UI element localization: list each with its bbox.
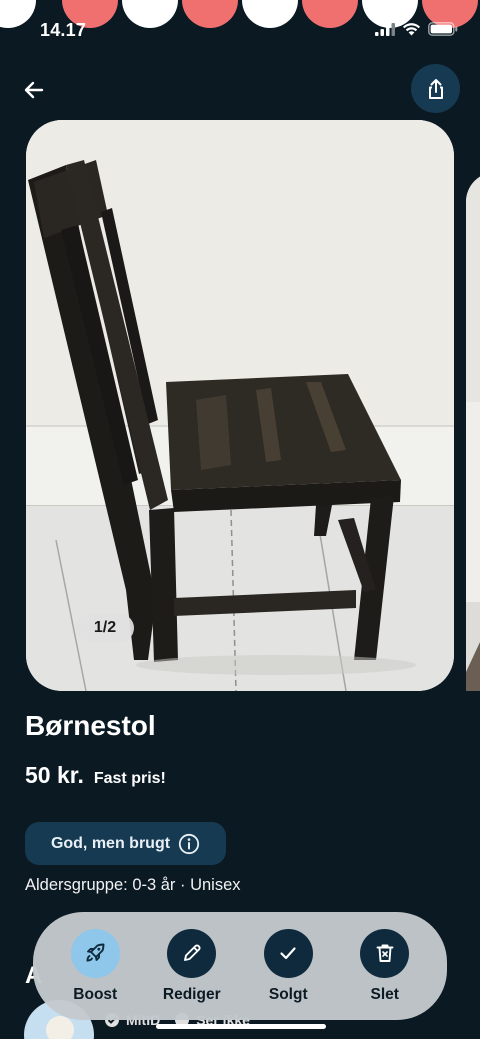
delete-button[interactable]: Slet bbox=[340, 928, 430, 1004]
share-icon bbox=[428, 78, 443, 99]
status-time: 14.17 bbox=[40, 20, 87, 40]
listing-details: Aldersgruppe: 0-3 år · Unisex bbox=[25, 876, 241, 894]
next-photo-preview bbox=[466, 172, 480, 691]
next-photo-peek[interactable] bbox=[466, 172, 480, 691]
wifi-icon bbox=[402, 23, 421, 36]
photo-gallery[interactable]: 1/2 bbox=[0, 120, 480, 691]
status-icons bbox=[375, 22, 458, 36]
status-bar: 14.17 bbox=[0, 16, 480, 46]
condition-label: God, men brugt bbox=[50, 834, 171, 852]
top-avatar-strip bbox=[0, 0, 480, 28]
boost-label: Boost bbox=[73, 985, 118, 1003]
sold-label: Solgt bbox=[268, 985, 308, 1003]
battery-icon bbox=[428, 22, 458, 36]
boost-icon-circle bbox=[70, 928, 120, 978]
pencil-icon bbox=[183, 944, 201, 961]
avatar-face bbox=[46, 1016, 74, 1039]
price-note: Fast pris! bbox=[93, 770, 166, 787]
listing-action-bar: Boost Rediger Solgt Slet bbox=[33, 912, 447, 1020]
edit-button[interactable]: Rediger bbox=[147, 928, 237, 1004]
delete-icon-circle bbox=[360, 928, 410, 978]
home-indicator bbox=[156, 1024, 326, 1029]
arrow-left-icon bbox=[24, 81, 44, 99]
boost-button[interactable]: Boost bbox=[50, 928, 140, 1004]
price-row: 50 kr. Fast pris! bbox=[25, 762, 166, 789]
rocket-icon bbox=[86, 943, 105, 962]
sold-icon-circle bbox=[263, 928, 313, 978]
listing-title: Børnestol bbox=[25, 710, 156, 741]
check-icon bbox=[280, 947, 296, 960]
cellular-signal-icon bbox=[375, 22, 395, 36]
back-button[interactable] bbox=[14, 70, 54, 110]
delete-label: Slet bbox=[370, 985, 399, 1003]
edit-label: Rediger bbox=[162, 985, 221, 1003]
listing-price: 50 kr. bbox=[25, 762, 84, 788]
info-icon bbox=[178, 833, 200, 854]
mark-sold-button[interactable]: Solgt bbox=[243, 928, 333, 1004]
chair-photo-illustration bbox=[26, 120, 454, 691]
condition-chip[interactable]: God, men brugt bbox=[25, 822, 226, 865]
photo-counter: 1/2 bbox=[76, 614, 134, 642]
share-button[interactable] bbox=[411, 64, 460, 113]
edit-icon-circle bbox=[167, 928, 217, 978]
trash-icon bbox=[376, 944, 394, 962]
listing-photo[interactable]: 1/2 bbox=[26, 120, 454, 691]
